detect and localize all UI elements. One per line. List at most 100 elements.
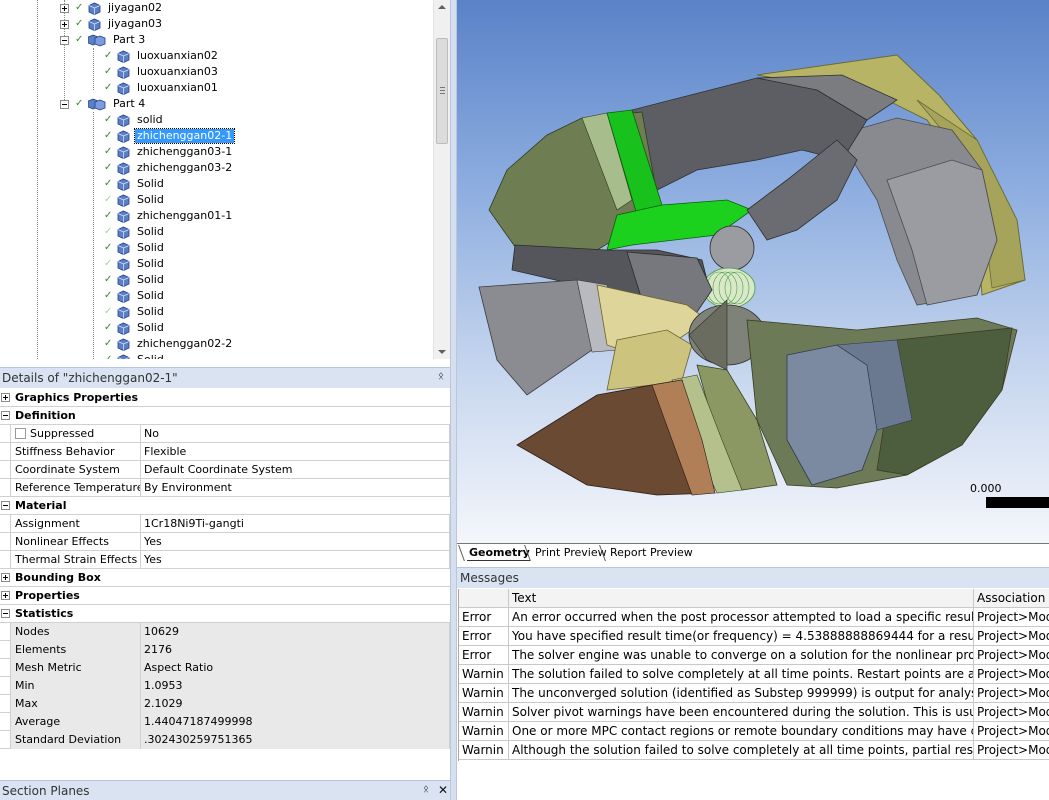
tree-item-body[interactable]: ✓ Solid [104,320,166,336]
tab-report-preview[interactable]: Report Preview [599,545,697,561]
property-label: Nodes [10,623,141,641]
tree-item-body[interactable]: ✓ Solid [104,352,166,359]
tab-geometry[interactable]: Geometry [458,545,534,561]
details-group[interactable]: Bounding Box [0,569,450,587]
tree-item-body[interactable]: ✓ luoxuanxian02 [104,48,220,64]
messages-panel-header: Messages [457,567,1049,588]
property-value[interactable]: Yes [141,533,450,551]
tree-item-body[interactable]: ✓ Solid [104,256,166,272]
column-header-type[interactable] [459,589,509,608]
message-row[interactable]: Warnin The unconverged solution (identifi… [459,684,1049,703]
property-value[interactable]: Flexible [141,443,450,461]
message-row[interactable]: Warnin The solution failed to solve compl… [459,665,1049,684]
tree-item-body[interactable]: ✓ Solid [104,176,166,192]
details-property-row[interactable]: Thermal Strain Effects Yes [0,551,450,569]
check-icon: ✓ [104,258,113,269]
collapse-icon[interactable] [1,501,10,510]
geometry-viewport[interactable]: 0.000 [457,0,1049,543]
expand-icon[interactable] [1,591,10,600]
details-property-row[interactable]: Average 1.44047187499998 [0,713,450,731]
expand-icon[interactable] [60,3,69,13]
details-property-row[interactable]: Max 2.1029 [0,695,450,713]
message-text: Although the solution failed to solve co… [509,741,974,760]
column-header-association[interactable]: Association [974,589,1049,608]
property-value[interactable]: By Environment [141,479,450,497]
message-row[interactable]: Error An error occurred when the post pro… [459,608,1049,627]
details-property-row[interactable]: Reference Temperature By Environment [0,479,450,497]
details-property-row[interactable]: Min 1.0953 [0,677,450,695]
tree-item-part[interactable]: ✓ Part 3 [60,32,147,48]
check-icon: ✓ [104,178,113,189]
tree-item-body[interactable]: ✓ Solid [104,272,166,288]
expand-icon[interactable] [1,573,10,582]
details-property-row[interactable]: Stiffness Behavior Flexible [0,443,450,461]
property-value[interactable]: Yes [141,551,450,569]
details-property-row[interactable]: Standard Deviation .302430259751365 [0,731,450,749]
details-property-row[interactable]: Nonlinear Effects Yes [0,533,450,551]
details-property-row[interactable]: Mesh Metric Aspect Ratio [0,659,450,677]
property-value[interactable]: Default Coordinate System [141,461,450,479]
body-icon [117,114,130,127]
details-property-row[interactable]: Suppressed No [0,425,450,443]
column-header-text[interactable]: Text [509,589,974,608]
property-value[interactable]: 1Cr18Ni9Ti-gangti [141,515,450,533]
tree-item-body[interactable]: ✓ zhichenggan03-1 [104,144,234,160]
message-row[interactable]: Warnin One or more MPC contact regions or… [459,722,1049,741]
scroll-down-arrow-icon[interactable] [438,350,446,354]
tree-item-label: Part 3 [113,33,146,46]
outline-tree[interactable]: ✓ jiyagan02 ✓ jiyagan03 ✓ Part 3 ✓ luoxuanxian0… [0,0,450,359]
details-property-row[interactable]: Coordinate System Default Coordinate Syst… [0,461,450,479]
details-group[interactable]: Properties [0,587,450,605]
tree-item-part[interactable]: ✓ Part 4 [60,96,147,112]
tree-item-label: luoxuanxian01 [137,81,218,94]
tree-item-body[interactable]: ✓ Solid [104,304,166,320]
tree-item-body[interactable]: ✓ Solid [104,192,166,208]
close-icon[interactable]: ✕ [438,783,448,797]
message-row[interactable]: Warnin Solver pivot warnings have been en… [459,703,1049,722]
details-group[interactable]: Definition [0,407,450,425]
expand-icon[interactable] [60,19,69,29]
tree-item-label: zhichenggan02-1 [133,128,236,144]
details-property-row[interactable]: Assignment 1Cr18Ni9Ti-gangti [0,515,450,533]
message-row[interactable]: Error The solver engine was unable to con… [459,646,1049,665]
collapse-icon[interactable] [60,99,69,109]
collapse-icon[interactable] [1,609,10,618]
tree-item-body[interactable]: ✓ Solid [104,240,166,256]
property-value[interactable]: No [141,425,450,443]
message-row[interactable]: Warnin Although the solution failed to so… [459,741,1049,760]
details-group[interactable]: Material [0,497,450,515]
tree-item-body[interactable]: ✓ solid [104,112,165,128]
tree-item-body[interactable]: ✓ zhichenggan03-2 [104,160,234,176]
expand-icon[interactable] [1,393,10,402]
message-row[interactable]: Error You have specified result time(or f… [459,627,1049,646]
details-property-row[interactable]: Nodes 10629 [0,623,450,641]
scroll-thumb[interactable] [436,38,448,144]
tab-print-preview[interactable]: Print Preview [524,545,611,561]
tree-item-body[interactable]: ✓ zhichenggan02-2 [104,336,234,352]
details-property-row[interactable]: Elements 2176 [0,641,450,659]
tree-item-body[interactable]: ✓ luoxuanxian01 [104,80,220,96]
tree-item-body[interactable]: ✓ zhichenggan02-1 [104,128,236,144]
message-association: Project>Model [977,610,1049,624]
panel-splitter[interactable] [450,0,457,800]
tree-item-label: Solid [137,273,164,286]
tree-item-body[interactable]: ✓ zhichenggan01-1 [104,208,234,224]
details-group[interactable]: Graphics Properties [0,389,450,407]
tree-item-body[interactable]: ✓ jiyagan03 [60,16,164,32]
check-icon: ✓ [104,306,113,317]
collapse-icon[interactable] [60,35,69,45]
collapse-icon[interactable] [1,411,10,420]
pin-icon[interactable]: ᛟ [423,784,433,796]
tree-item-body[interactable]: ✓ luoxuanxian03 [104,64,220,80]
tree-item-body[interactable]: ✓ Solid [104,224,166,240]
tree-item-body[interactable]: ✓ Solid [104,288,166,304]
scroll-up-arrow-icon[interactable] [438,5,446,9]
message-type: Warnin [459,684,509,703]
tree-scrollbar[interactable] [433,0,450,359]
pin-icon[interactable]: ᛟ [438,371,448,383]
tree-item-body[interactable]: ✓ jiyagan02 [60,0,164,16]
body-icon [117,338,130,351]
details-group[interactable]: Statistics [0,605,450,623]
suppressed-checkbox[interactable] [15,428,26,439]
model-render[interactable] [457,0,1049,543]
